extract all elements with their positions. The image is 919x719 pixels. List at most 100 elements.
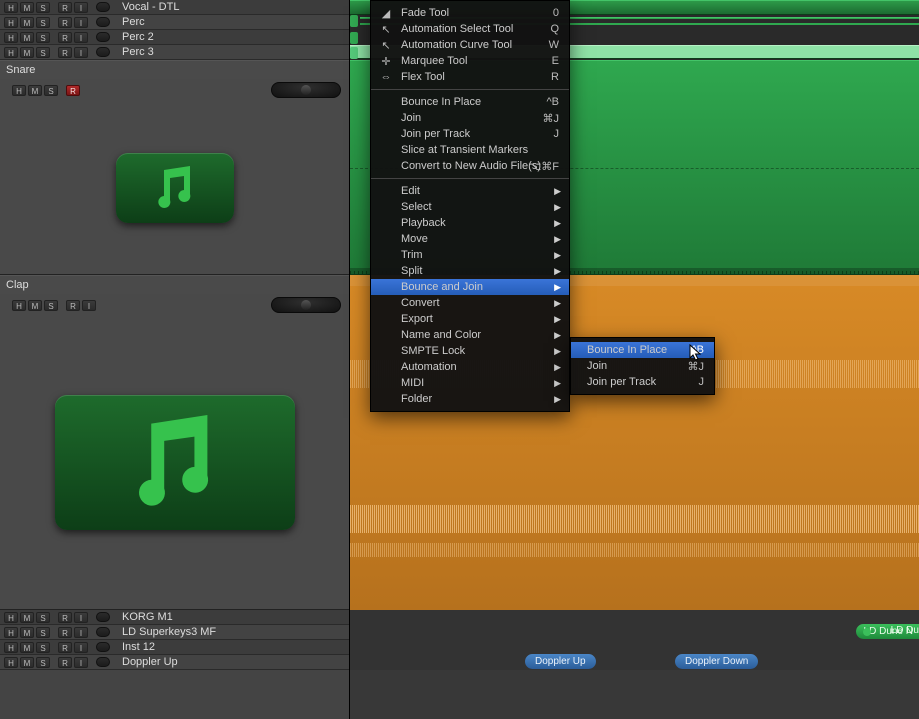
menu-item-automation-select[interactable]: ↖ Automation Select Tool Q <box>371 21 569 37</box>
menu-item-bounce-and-join[interactable]: Bounce and Join▶ <box>371 279 569 295</box>
menu-item-bounce-in-place[interactable]: Bounce In Place ^B <box>371 94 569 110</box>
h-button[interactable]: H <box>4 612 18 623</box>
r-button[interactable]: R <box>66 85 80 96</box>
menu-item-slice-transients[interactable]: Slice at Transient Markers <box>371 142 569 158</box>
m-button[interactable]: M <box>20 32 34 43</box>
submenu-item-bounce-in-place[interactable]: Bounce In Place ^B <box>571 342 714 358</box>
r-button[interactable]: R <box>58 642 72 653</box>
track-row-large[interactable]: Snare H M S R <box>0 60 349 275</box>
track-row[interactable]: H M S R I Perc 3 <box>0 45 349 60</box>
menu-item-fade-tool[interactable]: ◢ Fade Tool 0 <box>371 5 569 21</box>
m-button[interactable]: M <box>20 47 34 58</box>
menu-item-folder[interactable]: Folder▶ <box>371 391 569 407</box>
menu-item-trim[interactable]: Trim▶ <box>371 247 569 263</box>
s-button[interactable]: S <box>36 627 50 638</box>
menu-item-midi[interactable]: MIDI▶ <box>371 375 569 391</box>
submenu-item-join-per-track[interactable]: Join per Track J <box>571 374 714 390</box>
r-button[interactable]: R <box>66 300 80 311</box>
track-row[interactable]: H M S R I Inst 12 <box>0 640 349 655</box>
track-row[interactable]: H M S R I LD Superkeys3 MF <box>0 625 349 640</box>
menu-item-edit[interactable]: Edit▶ <box>371 183 569 199</box>
menu-item-name-and-color[interactable]: Name and Color▶ <box>371 327 569 343</box>
s-button[interactable]: S <box>36 657 50 668</box>
region-pill[interactable]: Doppler Up <box>525 654 596 669</box>
track-row[interactable]: H M S R I Doppler Up <box>0 655 349 670</box>
m-button[interactable]: M <box>20 612 34 623</box>
menu-item-automation[interactable]: Automation▶ <box>371 359 569 375</box>
menu-item-playback[interactable]: Playback▶ <box>371 215 569 231</box>
m-button[interactable]: M <box>28 300 42 311</box>
h-button[interactable]: H <box>4 657 18 668</box>
m-button[interactable]: M <box>20 2 34 13</box>
track-toggle[interactable] <box>96 32 110 42</box>
track-toggle[interactable] <box>96 627 110 637</box>
h-button[interactable]: H <box>4 17 18 28</box>
track-row[interactable]: H M S R I KORG M1 <box>0 610 349 625</box>
m-button[interactable]: M <box>20 642 34 653</box>
i-button[interactable]: I <box>74 627 88 638</box>
i-button[interactable]: I <box>74 17 88 28</box>
h-button[interactable]: H <box>4 627 18 638</box>
track-row-large[interactable]: Clap H M S R I <box>0 275 349 610</box>
menu-item-automation-curve[interactable]: ↖ Automation Curve Tool W <box>371 37 569 53</box>
m-button[interactable]: M <box>28 85 42 96</box>
menu-item-move[interactable]: Move▶ <box>371 231 569 247</box>
h-button[interactable]: H <box>12 85 26 96</box>
s-button[interactable]: S <box>36 2 50 13</box>
i-button[interactable]: I <box>74 2 88 13</box>
region-pill[interactable]: Doppler Down <box>675 654 758 669</box>
i-button[interactable]: I <box>74 657 88 668</box>
r-button[interactable]: R <box>58 612 72 623</box>
track-toggle[interactable] <box>96 17 110 27</box>
menu-item-split[interactable]: Split▶ <box>371 263 569 279</box>
submenu-item-join[interactable]: Join ⌘J <box>571 358 714 374</box>
menu-item-convert-new-audio[interactable]: Convert to New Audio File(s) ⌥⌘F <box>371 158 569 174</box>
s-button[interactable]: S <box>36 17 50 28</box>
i-button[interactable]: I <box>82 300 96 311</box>
s-button[interactable]: S <box>44 300 58 311</box>
s-button[interactable]: S <box>36 47 50 58</box>
track-row[interactable]: H M S R I Perc 2 <box>0 30 349 45</box>
s-button[interactable]: S <box>36 32 50 43</box>
menu-item-marquee-tool[interactable]: ✛ Marquee Tool E <box>371 53 569 69</box>
menu-item-join-per-track[interactable]: Join per Track J <box>371 126 569 142</box>
r-button[interactable]: R <box>58 657 72 668</box>
r-button[interactable]: R <box>58 17 72 28</box>
s-button[interactable]: S <box>36 612 50 623</box>
menu-item-smpte-lock[interactable]: SMPTE Lock▶ <box>371 343 569 359</box>
h-button[interactable]: H <box>4 642 18 653</box>
context-submenu[interactable]: Bounce In Place ^B Join ⌘J Join per Trac… <box>570 337 715 395</box>
r-button[interactable]: R <box>58 2 72 13</box>
i-button[interactable]: I <box>74 612 88 623</box>
s-button[interactable]: S <box>44 85 58 96</box>
m-button[interactable]: M <box>20 627 34 638</box>
s-button[interactable]: S <box>36 642 50 653</box>
i-button[interactable]: I <box>74 642 88 653</box>
m-button[interactable]: M <box>20 17 34 28</box>
menu-item-convert[interactable]: Convert▶ <box>371 295 569 311</box>
track-toggle[interactable] <box>96 642 110 652</box>
r-button[interactable]: R <box>58 627 72 638</box>
track-toggle[interactable] <box>96 612 110 622</box>
track-toggle[interactable] <box>96 2 110 12</box>
track-toggle[interactable] <box>96 47 110 57</box>
menu-item-export[interactable]: Export▶ <box>371 311 569 327</box>
pan-knob[interactable] <box>271 82 341 98</box>
track-row[interactable]: H M S R I Perc <box>0 15 349 30</box>
h-button[interactable]: H <box>4 32 18 43</box>
region[interactable] <box>350 32 358 44</box>
i-button[interactable]: I <box>74 47 88 58</box>
i-button[interactable]: I <box>74 32 88 43</box>
h-button[interactable]: H <box>12 300 26 311</box>
menu-item-flex-tool[interactable]: ⇔ Flex Tool R <box>371 69 569 85</box>
context-menu[interactable]: ◢ Fade Tool 0 ↖ Automation Select Tool Q… <box>370 0 570 412</box>
menu-item-select[interactable]: Select▶ <box>371 199 569 215</box>
track-row[interactable]: H M S R I Vocal - DTL <box>0 0 349 15</box>
r-button[interactable]: R <box>58 47 72 58</box>
r-button[interactable]: R <box>58 32 72 43</box>
h-button[interactable]: H <box>4 47 18 58</box>
m-button[interactable]: M <box>20 657 34 668</box>
menu-item-join[interactable]: Join ⌘J <box>371 110 569 126</box>
h-button[interactable]: H <box>4 2 18 13</box>
pan-knob[interactable] <box>271 297 341 313</box>
